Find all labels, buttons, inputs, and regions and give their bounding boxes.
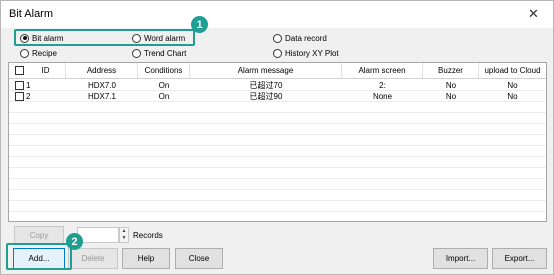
cell-alarm-screen: 2: [379, 81, 386, 90]
column-header-buzzer[interactable]: Buzzer [423, 63, 479, 79]
callout-highlight-type [14, 29, 195, 46]
close-icon[interactable]: ✕ [528, 7, 539, 20]
cell-alarm-message: 已超过70 [249, 81, 283, 90]
radio-trend-chart-label: Trend Chart [144, 48, 187, 58]
cell-id: 1 [26, 81, 31, 90]
help-button[interactable]: Help [122, 248, 170, 269]
column-header-alarm-screen[interactable]: Alarm screen [342, 63, 423, 79]
cell-conditions: On [158, 81, 170, 90]
records-count-input[interactable] [77, 227, 119, 243]
empty-row [9, 135, 546, 146]
column-header-address[interactable]: Address [66, 63, 138, 79]
empty-row [9, 201, 546, 212]
radio-unchecked-icon [273, 33, 282, 43]
spin-up-icon[interactable]: ▲ [120, 228, 128, 235]
import-button[interactable]: Import... [433, 248, 488, 269]
cell-upload-to-cloud: No [507, 81, 518, 90]
empty-row [9, 113, 546, 124]
empty-row [9, 102, 546, 113]
cell-upload-to-cloud: No [507, 92, 518, 101]
column-header-id[interactable]: ID [26, 63, 66, 79]
title-bar: Bit Alarm ✕ [1, 1, 553, 28]
cell-buzzer: No [445, 81, 457, 90]
table-row[interactable]: 1 HDX7.0 On 已超过70 2: No No [9, 80, 546, 91]
copy-button[interactable]: Copy [14, 226, 64, 244]
radio-unchecked-icon [20, 48, 29, 58]
callout-badge-2: 2 [66, 233, 83, 250]
select-all-checkbox[interactable] [15, 66, 24, 75]
radio-data-record[interactable]: Data record [273, 32, 327, 44]
row-checkbox[interactable] [15, 81, 24, 90]
radio-history-xy-plot[interactable]: History XY Plot [273, 47, 339, 59]
window-title: Bit Alarm [9, 8, 54, 20]
cell-address: HDX7.0 [87, 81, 116, 90]
row-checkbox[interactable] [15, 92, 24, 101]
empty-row [9, 124, 546, 135]
empty-row [9, 168, 546, 179]
radio-unchecked-icon [273, 48, 282, 58]
table-row[interactable]: 2 HDX7.1 On 已超过90 None No No [9, 91, 546, 102]
column-header-alarm-message[interactable]: Alarm message [190, 63, 342, 79]
empty-row [9, 157, 546, 168]
cell-alarm-message: 已超过90 [249, 92, 283, 101]
close-button[interactable]: Close [175, 248, 223, 269]
empty-row [9, 146, 546, 157]
records-label: Records [133, 231, 163, 240]
radio-data-record-label: Data record [285, 33, 327, 43]
cell-address: HDX7.1 [87, 92, 116, 101]
radio-history-xy-plot-label: History XY Plot [285, 48, 339, 58]
cell-buzzer: No [445, 92, 457, 101]
records-spinner[interactable]: ▲ ▼ [119, 227, 129, 243]
empty-row [9, 179, 546, 190]
radio-recipe[interactable]: Recipe [20, 47, 57, 59]
cell-alarm-screen: None [372, 92, 393, 101]
table-header: ID Address Conditions Alarm message Alar… [9, 63, 546, 79]
radio-unchecked-icon [132, 48, 141, 58]
column-header-upload-to-cloud[interactable]: upload to Cloud [479, 63, 546, 79]
export-button[interactable]: Export... [492, 248, 547, 269]
radio-trend-chart[interactable]: Trend Chart [132, 47, 186, 59]
empty-row [9, 190, 546, 201]
cell-conditions: On [158, 92, 170, 101]
callout-highlight-add [6, 243, 72, 270]
radio-recipe-label: Recipe [32, 48, 57, 58]
column-header-conditions[interactable]: Conditions [138, 63, 190, 79]
cell-id: 2 [26, 92, 31, 101]
delete-button[interactable]: Delete [68, 248, 118, 269]
bit-alarm-dialog: Bit Alarm ✕ Bit alarm Word alarm Data re… [0, 0, 554, 275]
spin-down-icon[interactable]: ▼ [120, 235, 128, 242]
alarm-table: ID Address Conditions Alarm message Alar… [8, 62, 547, 222]
callout-badge-1: 1 [191, 16, 208, 33]
